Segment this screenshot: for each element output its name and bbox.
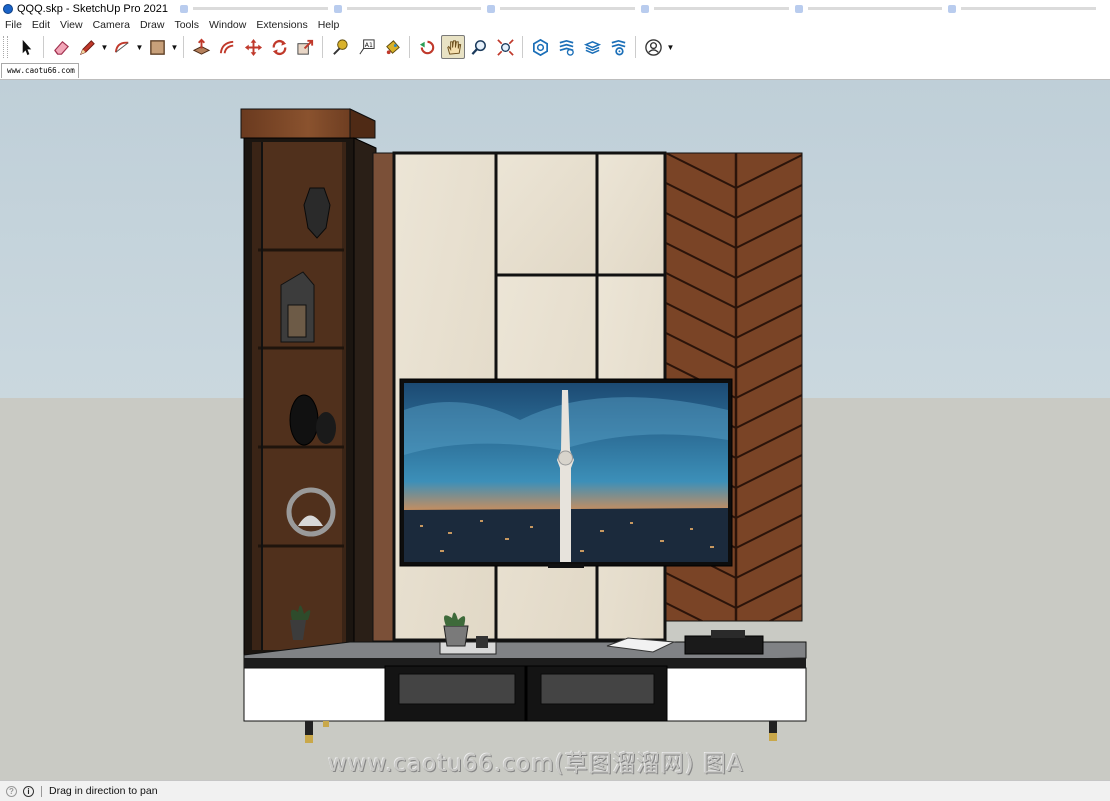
arc-tool-icon[interactable] [110,35,134,59]
menu-extensions[interactable]: Extensions [251,19,312,31]
zoom-tool-icon[interactable] [467,35,491,59]
rectangle-dropdown-chevron-icon[interactable]: ▼ [170,35,179,59]
bookshelf-tower [240,108,377,657]
toolbar-separator [522,36,523,58]
tape-measure-tool-icon[interactable] [328,35,352,59]
zoom-extents-tool-icon[interactable] [493,35,517,59]
scene-tab-bar: www.caotu66.com [0,62,1110,80]
svg-text:A1: A1 [364,42,372,49]
menu-tools[interactable]: Tools [169,19,204,31]
main-toolbar: ▼ ▼ ▼ A1 ▼ [0,32,1110,63]
menu-edit[interactable]: Edit [27,19,55,31]
toolbar-separator [183,36,184,58]
move-tool-icon[interactable] [241,35,265,59]
status-divider [41,785,42,797]
offset-tool-icon[interactable] [215,35,239,59]
menu-camera[interactable]: Camera [88,19,135,31]
push-pull-tool-icon[interactable] [189,35,213,59]
toolbar-grip[interactable] [3,36,8,58]
scale-tool-icon[interactable] [293,35,317,59]
scene-tab[interactable]: www.caotu66.com [1,63,79,78]
3d-warehouse-icon[interactable] [528,35,552,59]
menu-window[interactable]: Window [204,19,251,31]
account-dropdown-chevron-icon[interactable]: ▼ [666,35,675,59]
paint-bucket-tool-icon[interactable] [380,35,404,59]
eraser-tool-icon[interactable] [49,35,73,59]
window-title: QQQ.skp - SketchUp Pro 2021 [17,2,169,15]
arc-dropdown-chevron-icon[interactable]: ▼ [135,35,144,59]
background-taskbar-tabs [180,4,1102,13]
background-tab [487,4,636,13]
extension-warehouse-icon[interactable] [554,35,578,59]
rectangle-tool-icon[interactable] [145,35,169,59]
select-tool-icon[interactable] [14,35,38,59]
menu-help[interactable]: Help [313,19,345,31]
toolbar-separator [635,36,636,58]
television [399,378,733,568]
walnut-strip [372,152,396,642]
menu-file[interactable]: File [0,19,27,31]
text-tool-icon[interactable]: A1 [354,35,378,59]
title-bar: QQQ.skp - SketchUp Pro 2021 [0,0,1110,17]
toolbar-separator [322,36,323,58]
status-message: Drag in direction to pan [49,785,158,797]
menu-view[interactable]: View [55,19,88,31]
status-bar: ? i Drag in direction to pan [0,780,1110,801]
sketchup-app-icon [3,3,13,14]
tv-wall-model [240,108,807,743]
geolocation-icon[interactable]: ? [6,785,17,797]
toolbar-separator [409,36,410,58]
orbit-tool-icon[interactable] [415,35,439,59]
extension-manager-icon[interactable] [606,35,630,59]
pan-tool-icon[interactable] [441,35,465,59]
model-viewport[interactable]: www.caotu66.com(草图溜溜网) 图A [0,80,1110,780]
pencil-line-tool-icon[interactable] [75,35,99,59]
background-tab [180,4,328,13]
rotate-tool-icon[interactable] [267,35,291,59]
background-tab [948,4,1097,13]
pencil-dropdown-chevron-icon[interactable]: ▼ [100,35,109,59]
background-tab [794,4,943,13]
watermark-text: www.caotu66.com(草图溜溜网) 图A [328,751,744,777]
layout-icon[interactable] [580,35,604,59]
info-icon[interactable]: i [23,785,34,797]
background-tab [641,4,789,13]
menu-bar: File Edit View Camera Draw Tools Window … [0,17,1110,32]
background-tab [333,4,482,13]
menu-draw[interactable]: Draw [135,19,170,31]
account-icon[interactable] [641,35,665,59]
toolbar-separator [43,36,44,58]
